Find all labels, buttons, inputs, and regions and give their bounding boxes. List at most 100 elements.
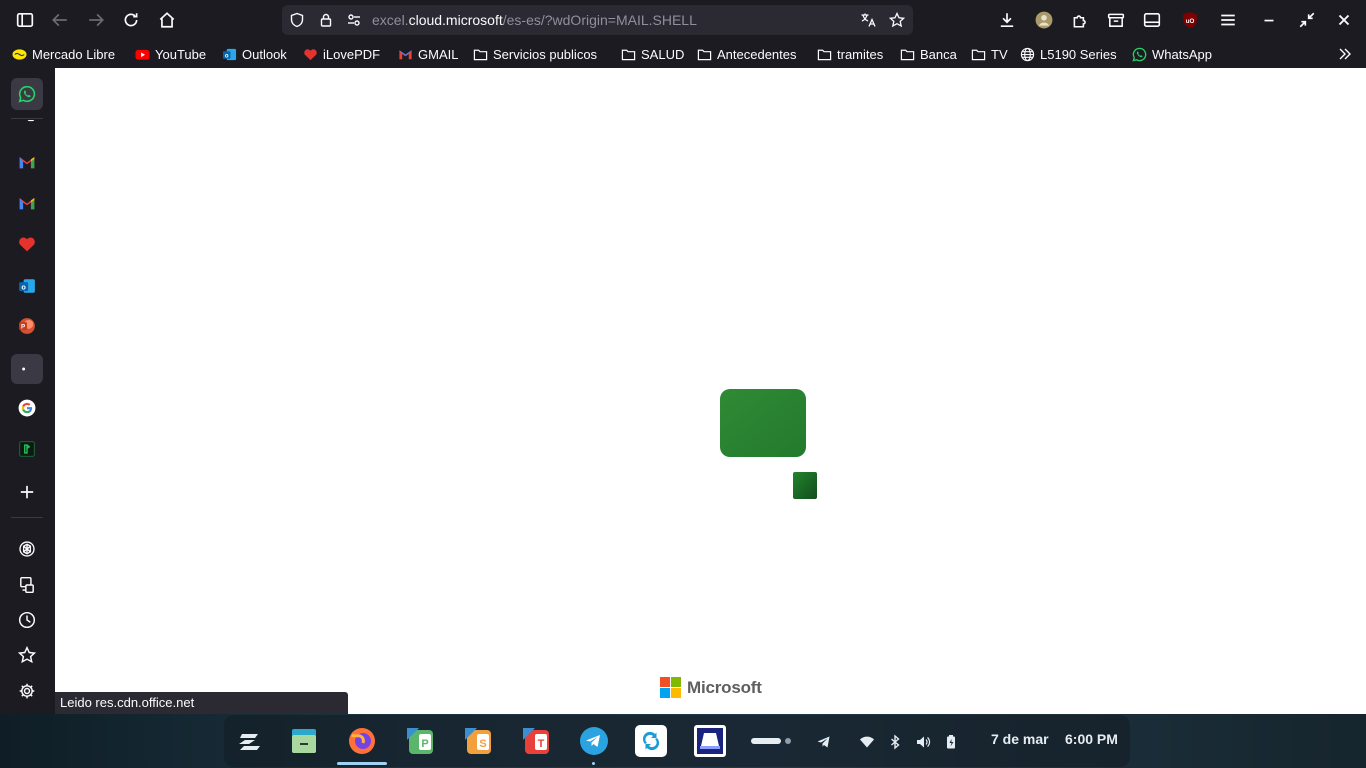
bookmark-folder-tv[interactable]: TV — [971, 45, 1008, 63]
restore-icon[interactable] — [1295, 8, 1319, 32]
sidebar-ilovepdf-button[interactable] — [16, 233, 38, 255]
sidebar-terminal-button[interactable] — [16, 438, 38, 460]
home-icon[interactable] — [155, 8, 179, 32]
browser-toolbar: excel.cloud.microsoft/es-es/?wdOrigin=MA… — [0, 0, 1366, 40]
sidebar-add-button[interactable] — [16, 481, 38, 503]
star-icon — [18, 646, 36, 664]
sidebar-partial-icon[interactable] — [16, 120, 38, 130]
sidebar-bookmarks-button[interactable] — [16, 644, 38, 666]
bookmarks-bar: Mercado Libre YouTube o Outlook iLovePDF… — [0, 40, 1366, 68]
globe-icon — [1020, 47, 1035, 62]
svg-text:uO: uO — [1186, 18, 1195, 25]
taskbar-date[interactable]: 7 de mar — [991, 731, 1049, 747]
bookmark-mercado-libre[interactable]: Mercado Libre — [12, 45, 115, 63]
folder-icon — [697, 47, 712, 62]
gmail-icon — [18, 153, 36, 171]
minimize-icon[interactable] — [1257, 8, 1281, 32]
folder-icon — [900, 47, 915, 62]
url-bar[interactable]: excel.cloud.microsoft/es-es/?wdOrigin=MA… — [282, 5, 913, 35]
running-app-dot — [592, 762, 595, 765]
shield-icon[interactable] — [288, 11, 306, 29]
sidebar-history-button[interactable] — [16, 609, 38, 631]
extensions-icon[interactable] — [1068, 8, 1092, 32]
plus-icon — [18, 483, 36, 501]
close-icon[interactable] — [1332, 8, 1356, 32]
bookmark-gmail[interactable]: GMAIL — [398, 45, 458, 63]
terminal-app-icon — [18, 440, 36, 458]
wps-writer-button[interactable]: T — [520, 725, 552, 757]
bookmarks-overflow-chevron-icon[interactable] — [1337, 45, 1353, 63]
lock-icon[interactable] — [317, 11, 335, 29]
permissions-icon[interactable] — [345, 11, 363, 29]
bluetooth-icon[interactable] — [886, 733, 904, 751]
whatsapp-icon — [1132, 47, 1147, 62]
taskbar: P S T 7 de mar 6:00 PM — [0, 714, 1366, 768]
folder-icon — [473, 47, 488, 62]
wps-spreadsheet-button[interactable]: S — [462, 725, 494, 757]
reader-view-icon[interactable] — [1140, 8, 1164, 32]
reload-icon[interactable] — [119, 8, 143, 32]
sidebar-gmail-button[interactable] — [16, 151, 38, 173]
sidebar-toggle-icon[interactable] — [13, 8, 37, 32]
svg-text:P: P — [21, 324, 25, 331]
bookmark-ilovepdf[interactable]: iLovePDF — [303, 45, 380, 63]
sidebar-divider — [11, 517, 43, 518]
volume-icon[interactable] — [914, 733, 932, 751]
firefox-icon — [347, 726, 377, 756]
back-arrow-icon[interactable] — [48, 8, 72, 32]
sidebar-outlook-button[interactable]: o — [16, 275, 38, 297]
downloads-icon[interactable] — [995, 8, 1019, 32]
sidebar-settings-button[interactable] — [16, 680, 38, 702]
url-text[interactable]: excel.cloud.microsoft/es-es/?wdOrigin=MA… — [372, 12, 697, 28]
svg-text:o: o — [21, 282, 26, 291]
menu-hamburger-icon[interactable] — [1216, 8, 1240, 32]
account-avatar-icon[interactable] — [1032, 8, 1056, 32]
folder-icon — [817, 47, 832, 62]
folder-icon — [971, 47, 986, 62]
forward-arrow-icon[interactable] — [84, 8, 108, 32]
workspace-indicator[interactable] — [785, 738, 791, 744]
sidebar-synced-tabs-button[interactable] — [16, 574, 38, 596]
presentation-app-icon: P — [405, 726, 435, 756]
bookmark-whatsapp[interactable]: WhatsApp — [1132, 45, 1212, 63]
sidebar-chatgpt-button[interactable] — [16, 538, 38, 560]
bookmark-outlook[interactable]: o Outlook — [222, 45, 287, 63]
telegram-tray-icon[interactable] — [815, 733, 833, 751]
gear-icon — [18, 682, 36, 700]
powerpoint-icon: P — [18, 317, 36, 335]
firefox-app-button[interactable] — [346, 725, 378, 757]
scanner-app-button[interactable] — [694, 725, 726, 757]
battery-charging-icon[interactable] — [942, 733, 960, 751]
bookmark-folder-servicios-publicos[interactable]: Servicios publicos — [473, 45, 597, 63]
taskbar-time[interactable]: 6:00 PM — [1065, 731, 1118, 747]
clock-icon — [18, 611, 36, 629]
bookmark-star-icon[interactable] — [888, 11, 906, 29]
bookmark-folder-banca[interactable]: Banca — [900, 45, 957, 63]
sync-app-button[interactable] — [635, 725, 667, 757]
wifi-icon[interactable] — [858, 733, 876, 751]
bookmark-l5190-series[interactable]: L5190 Series — [1020, 45, 1117, 63]
mercadolibre-icon — [12, 47, 27, 62]
sidebar-google-button[interactable] — [16, 397, 38, 419]
zorin-icon — [235, 726, 265, 756]
sidebar-powerpoint-button[interactable]: P — [16, 315, 38, 337]
page-content: Microsoft Leido res.cdn.office.net — [55, 68, 1366, 714]
ublock-icon[interactable]: uO — [1178, 8, 1202, 32]
bookmark-folder-antecedentes[interactable]: Antecedentes — [697, 45, 797, 63]
container-box-icon[interactable] — [1104, 8, 1128, 32]
bookmark-folder-salud[interactable]: SALUD — [621, 45, 684, 63]
telegram-app-button[interactable] — [578, 725, 610, 757]
zorin-menu-button[interactable] — [234, 725, 266, 757]
outlook-icon: o — [18, 277, 36, 295]
sidebar-whatsapp-button[interactable] — [11, 78, 43, 110]
workspace-indicator-active[interactable] — [751, 738, 781, 744]
translate-icon[interactable] — [859, 11, 877, 29]
bookmark-folder-tramites[interactable]: tramites — [817, 45, 883, 63]
dock: P S T 7 de mar 6:00 PM — [224, 715, 1130, 767]
files-app-button[interactable] — [288, 725, 320, 757]
svg-text:P: P — [421, 738, 428, 750]
sidebar-gmail-2-button[interactable] — [16, 192, 38, 214]
bookmark-youtube[interactable]: YouTube — [135, 45, 206, 63]
sidebar-active-panel-button[interactable] — [11, 354, 43, 384]
wps-presentation-button[interactable]: P — [404, 725, 436, 757]
